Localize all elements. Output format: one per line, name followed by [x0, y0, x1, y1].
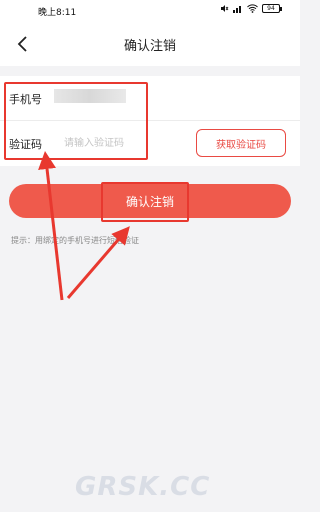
page-title: 确认注销: [123, 39, 176, 54]
status-bar: 晚上8:11 94: [0, 0, 300, 22]
nav-bar: 确认注销: [0, 22, 300, 66]
watermark: GRSK.CC: [75, 472, 211, 502]
wifi-icon: [247, 4, 258, 13]
phone-row: 手机号: [0, 76, 300, 121]
get-code-button[interactable]: 获取验证码: [196, 129, 286, 157]
signal-icon: [233, 6, 241, 13]
code-row: 验证码 获取验证码: [0, 121, 300, 166]
status-time: 晚上8:11: [38, 8, 77, 18]
code-input[interactable]: [64, 134, 174, 152]
phone-label: 手机号: [9, 93, 42, 106]
status-icons: 94: [220, 4, 282, 13]
code-label: 验证码: [9, 138, 42, 151]
phone-number-masked: [54, 89, 126, 103]
battery-icon: 94: [262, 4, 282, 13]
confirm-cancel-button[interactable]: 确认注销: [9, 184, 291, 218]
arrow-to-form: [38, 151, 64, 301]
mute-icon: [221, 5, 229, 12]
verification-form: 手机号 验证码 获取验证码: [0, 76, 300, 166]
hint-text: 提示：用绑定的手机号进行短信验证: [11, 236, 139, 245]
